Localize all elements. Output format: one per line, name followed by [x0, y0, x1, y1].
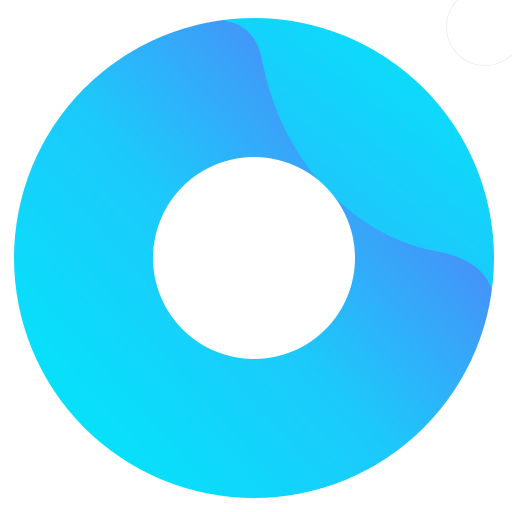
logo-canvas [0, 0, 512, 512]
ring-logo-icon [0, 0, 512, 512]
